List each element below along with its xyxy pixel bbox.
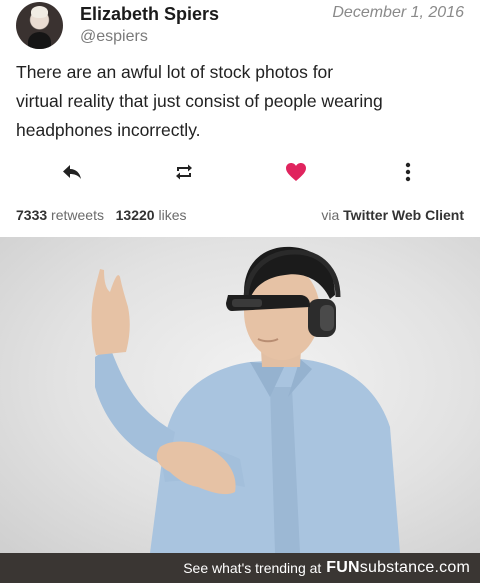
retweet-count[interactable]: 7333: [16, 207, 47, 223]
retweets-label: retweets: [51, 207, 104, 223]
likes-label: likes: [158, 207, 187, 223]
tweet-card: Elizabeth Spiers @espiers December 1, 20…: [0, 0, 480, 237]
vr-headset-person-illustration: [91, 246, 400, 553]
reply-icon: [63, 165, 81, 179]
heart-icon: [286, 163, 306, 181]
more-vertical-icon: [405, 162, 411, 182]
action-bar: [0, 158, 480, 188]
author-name[interactable]: Elizabeth Spiers: [80, 4, 219, 25]
tweet-text-line: virtual reality that just consist of peo…: [16, 91, 383, 111]
like-count[interactable]: 13220: [116, 207, 155, 223]
stock-photo[interactable]: [0, 237, 480, 553]
tweet-text: There are an awful lot of stock photos f…: [16, 58, 456, 145]
reply-button[interactable]: [58, 158, 86, 186]
brand-rest: substance.com: [359, 559, 470, 576]
brand-bold: FUN: [326, 559, 360, 576]
tweet-text-line: There are an awful lot of stock photos f…: [16, 62, 334, 82]
tweet-date: December 1, 2016: [332, 4, 464, 21]
footer-prompt: See what's trending at: [183, 560, 322, 576]
retweet-button[interactable]: [170, 158, 198, 186]
trending-footer[interactable]: See what's trending at FUNsubstance.com: [0, 553, 480, 583]
tweet-text-line: headphones incorrectly.: [16, 120, 201, 140]
client-name[interactable]: Twitter Web Client: [343, 207, 464, 223]
funsubstance-logo[interactable]: FUNsubstance.com: [326, 559, 470, 577]
avatar[interactable]: [16, 2, 63, 49]
tweet-source: via Twitter Web Client: [321, 207, 464, 223]
more-button[interactable]: [394, 158, 422, 186]
via-label: via: [321, 207, 340, 223]
author-handle[interactable]: @espiers: [80, 28, 148, 46]
retweet-icon: [176, 164, 192, 180]
like-button[interactable]: [282, 158, 310, 186]
tweet-stats: 7333 retweets 13220 likes: [16, 207, 186, 223]
